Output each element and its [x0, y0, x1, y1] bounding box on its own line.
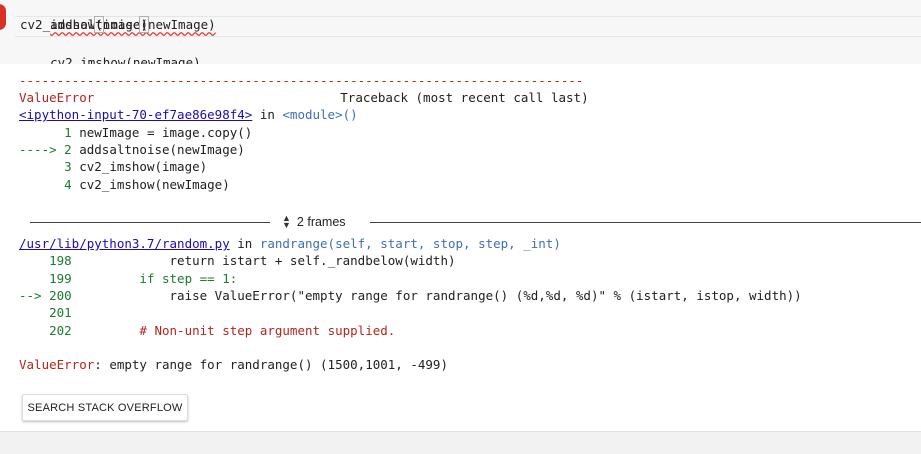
function-signature: randrange(self, start, stop, step, _int): [259, 236, 561, 251]
frame1-line: 4 cv2_imshow(newImage): [19, 176, 230, 193]
traceback-header: ValueError Traceback (most recent call la…: [19, 89, 589, 106]
final-error-message: : empty range for randrange() (1500,1001…: [94, 357, 448, 372]
error-type: ValueError: [19, 90, 95, 105]
traceback-dashes: ----------------------------------------…: [19, 73, 584, 88]
module-name: <module>(): [282, 107, 358, 122]
line-prefix: 202: [19, 323, 80, 338]
divider: [30, 222, 270, 223]
code-line-2-func: cv2_imshow: [20, 17, 96, 32]
in-word: in: [229, 236, 260, 251]
code-line-2-open-paren: (: [94, 16, 104, 33]
line-code: raise ValueError("empty range for randra…: [79, 288, 802, 303]
line-code: if step == 1:: [79, 271, 238, 286]
frame2-line: 199 if step == 1:: [19, 270, 237, 287]
line-prefix: 4: [19, 177, 80, 192]
search-stack-overflow-button[interactable]: SEARCH STACK OVERFLOW: [22, 394, 188, 421]
random-py-link[interactable]: /usr/lib/python3.7/random.py: [19, 236, 230, 251]
final-error: ValueError: empty range for randrange() …: [19, 356, 448, 373]
line-prefix: 1: [19, 125, 80, 140]
text-caret: [147, 17, 149, 31]
collapsed-frames-toggle[interactable]: ▲ ▼ 2 frames: [30, 213, 921, 230]
frame2-line: 202 # Non-unit step argument supplied.: [19, 322, 395, 339]
frame2-line: --> 200 raise ValueError("empty range fo…: [19, 287, 802, 304]
line-code: cv2_imshow(newImage): [79, 177, 230, 192]
frame1-line: ----> 2 addsaltnoise(newImage): [19, 141, 245, 158]
expand-collapse-chevron-icon: ▲ ▼: [282, 213, 291, 230]
next-cell-divider: [0, 431, 921, 454]
traceback-header-right: Traceback (most recent call last): [340, 90, 589, 105]
in-word: in: [252, 107, 283, 122]
divider: [370, 222, 921, 223]
code-line-2[interactable]: cv2_imshow(image): [20, 16, 149, 34]
code-line-2-arg: image: [102, 17, 141, 32]
cell-output: ----------------------------------------…: [0, 64, 921, 431]
frames-label[interactable]: ▲ ▼ 2 frames: [282, 213, 346, 230]
search-stack-overflow-label: SEARCH STACK OVERFLOW: [27, 401, 183, 414]
frame1-location: <ipython-input-70-ef7ae86e98f4> in <modu…: [19, 106, 358, 123]
ipython-input-link[interactable]: <ipython-input-70-ef7ae86e98f4>: [19, 107, 252, 122]
line-prefix: 198: [19, 253, 80, 268]
line-prefix: 199: [19, 271, 80, 286]
frame1-line: 3 cv2_imshow(image): [19, 158, 207, 175]
line-code: addsaltnoise(newImage): [79, 142, 245, 157]
line-prefix: 3: [19, 159, 80, 174]
error-indicator-icon: [0, 4, 6, 30]
frame2-line: 198 return istart + self._randbelow(widt…: [19, 252, 456, 269]
line-code: cv2_imshow(image): [79, 159, 208, 174]
frame2-location: /usr/lib/python3.7/random.py in randrang…: [19, 235, 561, 252]
line-prefix: 201: [19, 305, 80, 320]
code-cell[interactable]: addsaltnoise(newImage) cv2_imshow(image)…: [0, 0, 921, 70]
final-error-type: ValueError: [19, 357, 95, 372]
frames-count-label: 2 frames: [296, 215, 346, 229]
code-line-2-close-paren: ): [139, 16, 149, 33]
line-prefix: ----> 2: [19, 142, 80, 157]
line-prefix: --> 200: [19, 288, 80, 303]
frame1-line: 1 newImage = image.copy(): [19, 124, 252, 141]
line-code: # Non-unit step argument supplied.: [79, 323, 396, 338]
frame2-line: 201: [19, 304, 79, 321]
line-code: return istart + self._randbelow(width): [79, 253, 456, 268]
line-code: newImage = image.copy(): [79, 125, 253, 140]
